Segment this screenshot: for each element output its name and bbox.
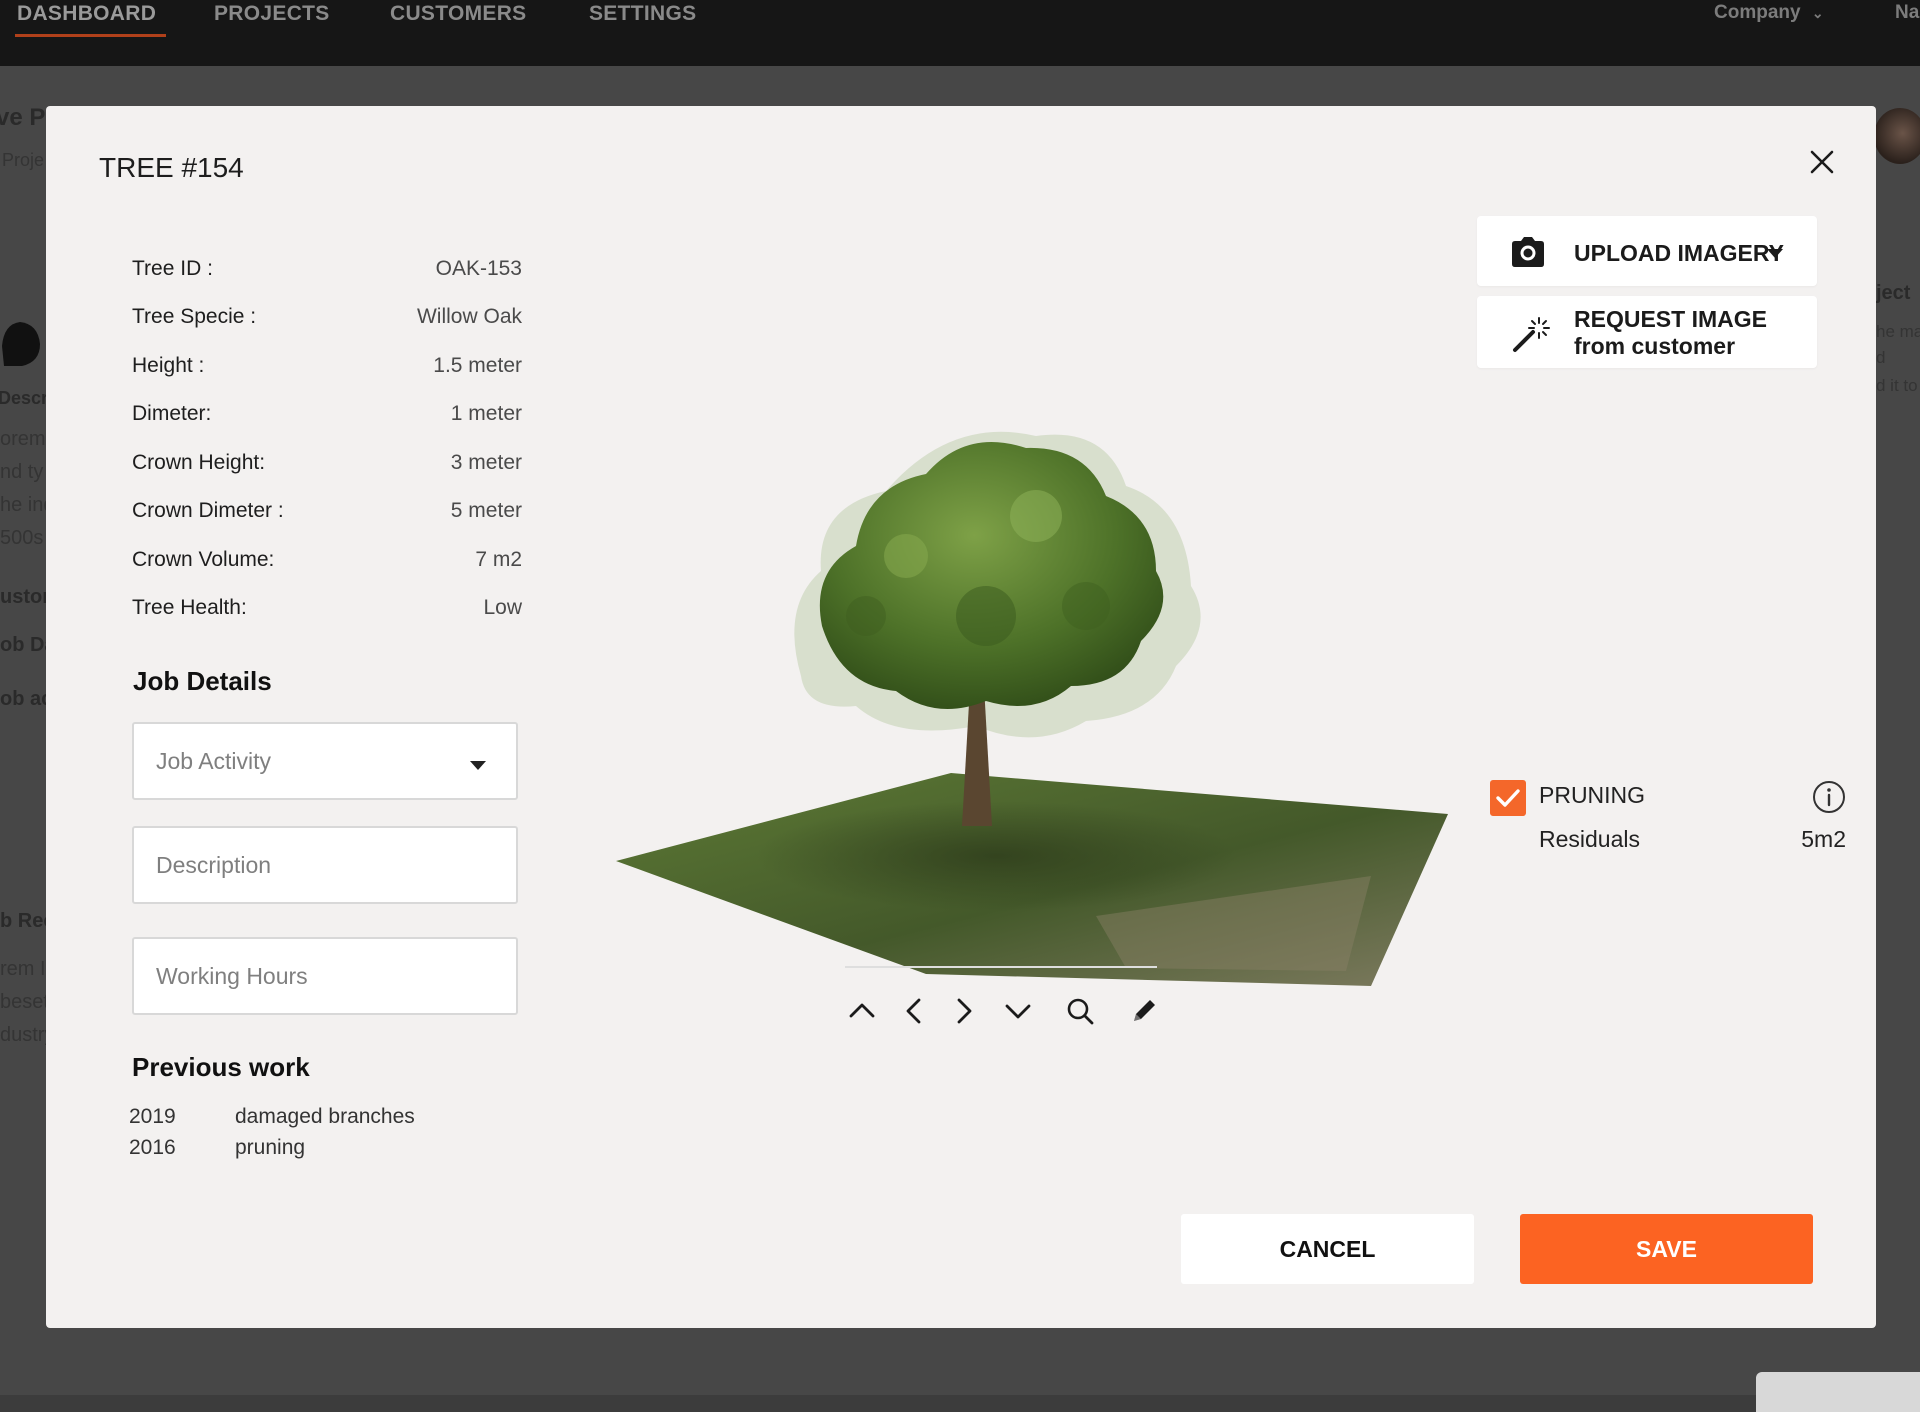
nav-tab-settings[interactable]: SETTINGS	[589, 2, 696, 26]
chevron-right-icon	[957, 998, 972, 1024]
info-button[interactable]	[1811, 779, 1847, 815]
zoom-button[interactable]	[1063, 994, 1097, 1028]
previous-work-task: pruning	[235, 1136, 306, 1159]
tree-thumbnail	[2, 322, 40, 366]
magic-wand-icon	[1513, 317, 1550, 352]
tree-detail-modal: TREE #154 Tree ID : OAK-153 Tree Specie …	[46, 106, 1876, 1328]
property-value: Willow Oak	[416, 305, 522, 328]
previous-work-year: 2016	[129, 1136, 176, 1159]
modal-title: TREE #154	[99, 152, 244, 183]
property-value: Low	[483, 596, 522, 619]
bg-fragment: he ma	[1876, 322, 1920, 341]
top-navigation: DASHBOARD PROJECTS CUSTOMERS SETTINGS Co…	[0, 0, 1920, 66]
bg-fragment: 500s	[0, 527, 44, 549]
close-button[interactable]	[1804, 144, 1840, 180]
property-row: Height : 1.5 meter	[132, 351, 522, 381]
property-value: 7 m2	[475, 548, 522, 571]
working-hours-field[interactable]: Working Hours	[132, 937, 518, 1015]
rotate-up-button[interactable]	[845, 994, 879, 1028]
bg-fragment: beset	[0, 991, 49, 1013]
previous-work-item: 2019 damaged branches	[129, 1105, 415, 1129]
bg-fragment: orem	[0, 428, 46, 450]
info-icon	[1813, 781, 1845, 813]
pruning-checkbox[interactable]	[1490, 780, 1526, 816]
bg-fragment: ject	[1876, 282, 1911, 304]
job-activity-placeholder: Job Activity	[156, 747, 272, 774]
save-button[interactable]: SAVE	[1520, 1214, 1813, 1284]
previous-work-item: 2016 pruning	[129, 1136, 305, 1160]
bg-fragment: d	[1876, 348, 1886, 367]
viewer-toolbar	[845, 966, 1175, 1046]
previous-work-year: 2019	[129, 1105, 176, 1128]
property-value: 1.5 meter	[433, 354, 522, 377]
property-label: Crown Dimeter :	[132, 499, 284, 522]
close-icon	[1810, 150, 1834, 174]
rotate-left-button[interactable]	[897, 994, 931, 1028]
residuals-label: Residuals	[1539, 826, 1640, 852]
property-label: Crown Volume:	[132, 548, 275, 571]
rotate-right-button[interactable]	[947, 994, 981, 1028]
property-label: Dimeter:	[132, 402, 212, 425]
company-label: Company	[1714, 2, 1801, 23]
property-row: Crown Dimeter : 5 meter	[132, 496, 522, 526]
job-details-heading: Job Details	[133, 666, 272, 696]
request-image-button[interactable]: REQUEST IMAGE from customer	[1477, 296, 1817, 368]
pencil-icon	[1134, 1000, 1155, 1021]
nav-tab-customers[interactable]: CUSTOMERS	[390, 2, 527, 26]
search-icon	[1067, 998, 1094, 1025]
property-row: Tree ID : OAK-153	[132, 254, 522, 284]
property-label: Tree Specie :	[132, 305, 257, 328]
property-label: Height :	[132, 354, 205, 377]
property-row: Tree Specie : Willow Oak	[132, 302, 522, 332]
job-activity-select[interactable]: Job Activity	[132, 722, 518, 800]
checkmark-icon	[1496, 789, 1520, 807]
property-value: OAK-153	[435, 257, 522, 280]
nav-tab-projects[interactable]: PROJECTS	[214, 2, 330, 26]
pruning-label: PRUNING	[1539, 782, 1646, 808]
upload-imagery-label: UPLOAD IMAGERY	[1574, 240, 1784, 266]
bg-fragment: nd ty	[0, 461, 44, 483]
working-hours-placeholder: Working Hours	[156, 962, 308, 989]
property-label: Tree ID :	[132, 257, 213, 280]
chevron-down-icon: ⌄	[1811, 5, 1824, 21]
description-field[interactable]: Description	[132, 826, 518, 904]
toolbar-divider	[845, 966, 1157, 968]
bg-fragment: ob ac	[0, 688, 53, 710]
residuals-value: 5m2	[1801, 826, 1846, 852]
bg-fragment: Proje	[2, 150, 45, 170]
company-menu[interactable]: Company ⌄	[1714, 2, 1824, 24]
cancel-button[interactable]: CANCEL	[1181, 1214, 1474, 1284]
camera-icon	[1512, 237, 1544, 267]
nav-tab-dashboard[interactable]: DASHBOARD	[14, 2, 167, 37]
description-placeholder: Description	[156, 851, 272, 878]
chevron-up-icon	[849, 1003, 875, 1018]
property-label: Tree Health:	[132, 596, 247, 619]
edit-button[interactable]	[1127, 994, 1161, 1028]
bg-fragment: d it to t	[1876, 376, 1920, 395]
property-row: Crown Volume: 7 m2	[132, 545, 522, 575]
property-value: 3 meter	[450, 451, 522, 474]
previous-work-heading: Previous work	[132, 1052, 310, 1082]
property-label: Crown Height:	[132, 451, 266, 474]
background-chip	[1756, 1372, 1920, 1412]
rotate-down-button[interactable]	[1001, 994, 1035, 1028]
avatar[interactable]	[1874, 108, 1920, 164]
caret-down-icon	[470, 761, 486, 770]
chevron-left-icon	[906, 998, 921, 1024]
previous-work-task: damaged branches	[235, 1105, 415, 1128]
property-row: Dimeter: 1 meter	[132, 399, 522, 429]
property-row: Tree Health: Low	[132, 593, 522, 623]
property-value: 5 meter	[450, 499, 522, 522]
user-menu[interactable]: Na	[1895, 2, 1919, 24]
upload-imagery-button[interactable]: UPLOAD IMAGERY	[1477, 216, 1817, 286]
request-image-sublabel: from customer	[1574, 333, 1736, 359]
property-value: 1 meter	[450, 402, 522, 425]
caret-down-icon	[1767, 249, 1783, 258]
chevron-down-icon	[1005, 1004, 1031, 1019]
property-row: Crown Height: 3 meter	[132, 448, 522, 478]
request-image-label: REQUEST IMAGE	[1574, 306, 1767, 332]
